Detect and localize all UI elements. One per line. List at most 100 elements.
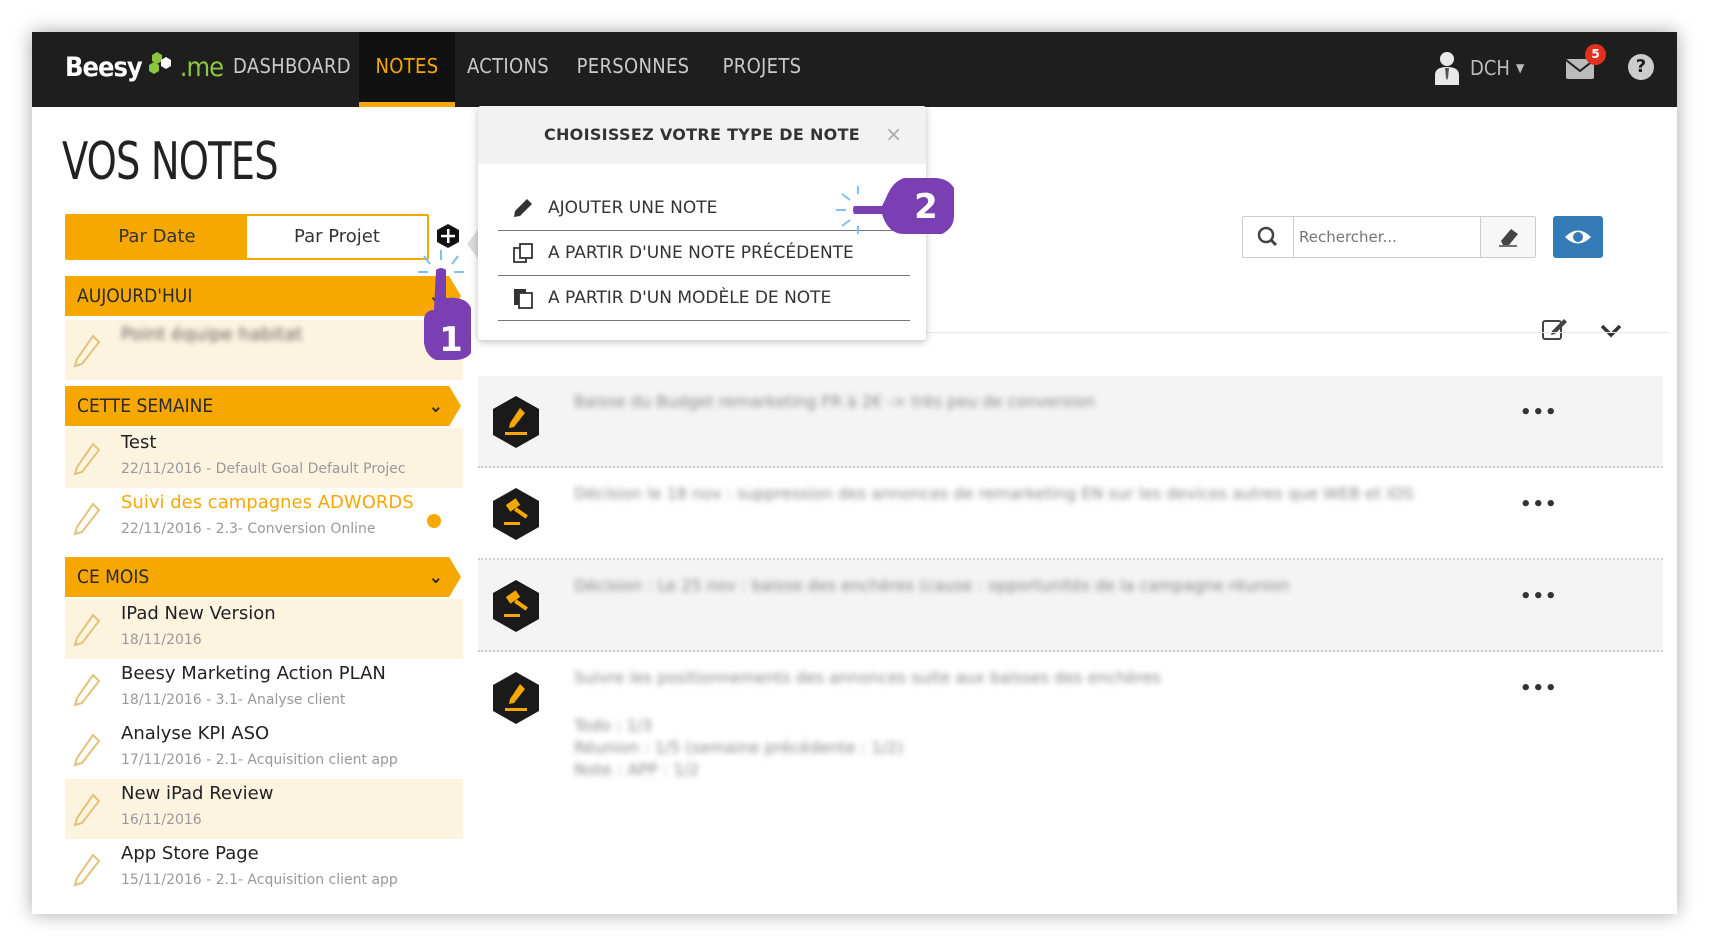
pointing-hand-callout-1: 1 — [418, 250, 471, 360]
eye-icon — [1565, 230, 1591, 244]
user-avatar-icon — [1435, 52, 1459, 85]
sort-by-date-button[interactable]: Par Date — [67, 216, 247, 258]
logo-hexagons-icon — [146, 51, 176, 84]
list-item[interactable]: Analyse KPI ASO 17/11/2016 - 2.1- Acquis… — [65, 719, 463, 779]
list-item[interactable]: IPad New Version 18/11/2016 — [65, 599, 463, 659]
pencil-icon — [73, 442, 101, 476]
note-title: IPad New Version — [121, 603, 276, 624]
help-icon[interactable]: ? — [1628, 54, 1654, 80]
pencil-icon — [73, 733, 101, 767]
table-row[interactable]: Suivre les positionnements des annonces … — [478, 652, 1663, 792]
row-text: Décision : Le 25 nov : baisse des enchèr… — [574, 576, 1290, 595]
user-menu[interactable]: DCH ▼ — [1434, 48, 1524, 88]
pointing-hand-callout-2: 2 — [836, 178, 954, 234]
section-this-week[interactable]: CETTE SEMAINE ⌄ — [65, 386, 461, 426]
list-item[interactable]: App Store Page 15/11/2016 - 2.1- Acquisi… — [65, 839, 463, 899]
nav-notes[interactable]: NOTES — [359, 32, 455, 107]
section-today-label: AUJOURD'HUI — [77, 285, 193, 307]
search-input[interactable] — [1297, 221, 1481, 253]
top-navbar: Beesy .me DASHBOARD NOTES ACTIONS PERSON… — [32, 32, 1677, 107]
list-item[interactable]: Test 22/11/2016 - Default Goal Default P… — [65, 428, 463, 488]
chevron-down-icon: ⌄ — [428, 566, 443, 588]
note-title: Test — [121, 432, 157, 453]
add-note-button[interactable] — [435, 223, 461, 249]
nav-personnes[interactable]: PERSONNES — [568, 32, 698, 107]
row-text: Décision le 18 nov : suppression des ann… — [574, 484, 1414, 503]
pencil-icon — [73, 793, 101, 827]
app-window: Beesy .me DASHBOARD NOTES ACTIONS PERSON… — [32, 32, 1677, 914]
list-item[interactable]: Suivi des campagnes ADWORDS 22/11/2016 -… — [65, 488, 463, 548]
pencil-icon — [73, 673, 101, 707]
section-month-label: CE MOIS — [77, 566, 150, 588]
nav-dashboard[interactable]: DASHBOARD — [232, 32, 352, 107]
plus-hexagon-icon — [437, 224, 459, 248]
popup-title: CHOISISSEZ VOTRE TYPE DE NOTE — [478, 106, 926, 164]
note-title: Suivi des campagnes ADWORDS — [121, 492, 414, 513]
row-detail: Réunion : 1/5 (semaine précédente : 1/2) — [574, 738, 904, 757]
note-title: Analyse KPI ASO — [121, 723, 270, 744]
template-icon — [514, 289, 533, 309]
search-bar — [1242, 216, 1536, 258]
pencil-icon — [514, 199, 532, 217]
table-row[interactable]: Décision le 18 nov : suppression des ann… — [478, 468, 1663, 560]
nav-projets[interactable]: PROJETS — [712, 32, 812, 107]
note-hexagon-icon — [493, 396, 539, 448]
logo-text: Beesy — [65, 51, 143, 83]
option-label: AJOUTER UNE NOTE — [548, 198, 718, 218]
section-week-label: CETTE SEMAINE — [77, 395, 214, 417]
from-template-option[interactable]: A PARTIR D'UN MODÈLE DE NOTE — [498, 276, 910, 321]
edit-icon[interactable] — [1540, 316, 1570, 342]
pencil-icon — [73, 853, 101, 887]
row-text: Baisse du Budget remarketing FR à 2€ -> … — [574, 392, 1095, 411]
note-title: New iPad Review — [121, 783, 274, 804]
row-text: Suivre les positionnements des annonces … — [574, 668, 1161, 687]
option-label: A PARTIR D'UN MODÈLE DE NOTE — [548, 288, 832, 308]
note-meta: 16/11/2016 — [121, 812, 202, 828]
view-toggle-button[interactable] — [1553, 216, 1603, 258]
more-options-icon[interactable]: ••• — [1520, 494, 1558, 515]
section-this-month[interactable]: CE MOIS ⌄ — [65, 557, 461, 597]
note-meta: 18/11/2016 - 3.1- Analyse client — [121, 692, 346, 708]
pencil-icon — [73, 334, 101, 368]
more-options-icon[interactable]: ••• — [1520, 402, 1558, 423]
gavel-hexagon-icon — [493, 580, 539, 632]
callout-number-1: 1 — [439, 320, 463, 360]
unread-dot — [427, 514, 441, 528]
beesy-logo[interactable]: Beesy .me — [65, 47, 224, 87]
user-name: DCH — [1470, 56, 1510, 80]
list-item[interactable]: Beesy Marketing Action PLAN 18/11/2016 -… — [65, 659, 463, 719]
table-row[interactable]: Décision : Le 25 nov : baisse des enchèr… — [478, 560, 1663, 652]
list-item[interactable]: New iPad Review 16/11/2016 — [65, 779, 463, 839]
more-options-icon[interactable]: ••• — [1520, 586, 1558, 607]
note-meta: 18/11/2016 — [121, 632, 202, 648]
callout-number-2: 2 — [914, 187, 938, 227]
chevron-down-icon: ⌄ — [428, 395, 443, 417]
note-hexagon-icon — [493, 672, 539, 724]
caret-down-icon: ▼ — [1515, 61, 1525, 75]
sort-toggle: Par Date Par Projet — [65, 214, 429, 260]
row-detail: Todo : 1/3 — [574, 716, 653, 735]
note-title: Beesy Marketing Action PLAN — [121, 663, 386, 684]
row-detail: Note : APP : 1/2 — [574, 760, 699, 779]
pencil-icon — [73, 613, 101, 647]
note-meta: 22/11/2016 - Default Goal Default Projec — [121, 461, 406, 477]
search-icon[interactable] — [1243, 217, 1294, 257]
table-row[interactable]: Baisse du Budget remarketing FR à 2€ -> … — [478, 376, 1663, 468]
nav-actions[interactable]: ACTIONS — [462, 32, 554, 107]
copy-icon — [513, 243, 533, 263]
eraser-icon[interactable] — [1480, 217, 1535, 257]
logo-suffix: .me — [179, 51, 224, 83]
pencil-icon — [73, 502, 101, 536]
page-title: VOS NOTES — [62, 132, 279, 192]
note-meta: 15/11/2016 - 2.1- Acquisition client app — [121, 872, 398, 888]
option-label: A PARTIR D'UNE NOTE PRÉCÉDENTE — [548, 243, 854, 263]
note-title: App Store Page — [121, 843, 259, 864]
mail-count-badge: 5 — [1585, 44, 1606, 65]
note-title: Point équipe habitat — [121, 324, 303, 345]
note-meta: 17/11/2016 - 2.1- Acquisition client app — [121, 752, 398, 768]
more-options-icon[interactable]: ••• — [1520, 678, 1558, 699]
chevron-down-icon[interactable] — [1598, 318, 1624, 344]
note-meta: 22/11/2016 - 2.3- Conversion Online — [121, 521, 376, 537]
gavel-hexagon-icon — [493, 488, 539, 540]
close-icon[interactable]: × — [885, 122, 902, 146]
